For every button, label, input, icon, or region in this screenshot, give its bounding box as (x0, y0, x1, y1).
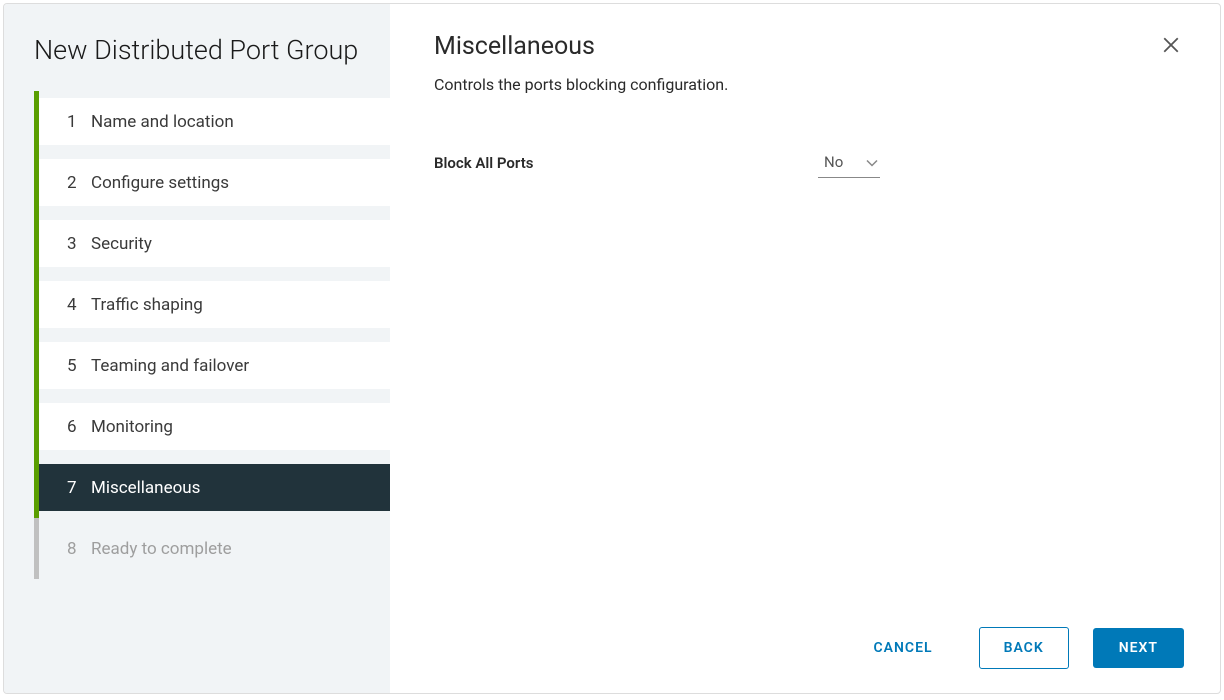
wizard-title: New Distributed Port Group (4, 34, 390, 98)
step-traffic-shaping[interactable]: 4 Traffic shaping (4, 281, 390, 328)
step-configure-settings[interactable]: 2 Configure settings (4, 159, 390, 206)
next-button[interactable]: NEXT (1093, 628, 1184, 668)
wizard-dialog: New Distributed Port Group 1 Name and lo… (3, 3, 1221, 694)
step-monitoring[interactable]: 6 Monitoring (4, 403, 390, 450)
step-number: 4 (67, 295, 91, 315)
step-label: Name and location (91, 112, 234, 132)
step-label: Configure settings (91, 173, 229, 193)
step-label: Ready to complete (91, 539, 232, 559)
close-icon[interactable] (1158, 32, 1184, 62)
step-name-and-location[interactable]: 1 Name and location (4, 98, 390, 145)
page-title: Miscellaneous (434, 32, 728, 61)
step-number: 3 (67, 234, 91, 254)
wizard-sidebar: New Distributed Port Group 1 Name and lo… (4, 4, 390, 693)
step-number: 8 (67, 539, 91, 559)
page-description: Controls the ports blocking configuratio… (434, 75, 728, 94)
step-number: 7 (67, 478, 91, 498)
wizard-steps: 1 Name and location 2 Configure settings… (4, 98, 390, 572)
step-security[interactable]: 3 Security (4, 220, 390, 267)
step-ready-to-complete: 8 Ready to complete (4, 525, 390, 572)
step-label: Teaming and failover (91, 356, 249, 376)
step-number: 2 (67, 173, 91, 193)
chevron-down-icon (866, 152, 878, 171)
back-button[interactable]: BACK (979, 627, 1069, 669)
step-label: Traffic shaping (91, 295, 203, 315)
step-label: Security (91, 234, 152, 254)
step-teaming-and-failover[interactable]: 5 Teaming and failover (4, 342, 390, 389)
step-miscellaneous[interactable]: 7 Miscellaneous (4, 464, 390, 511)
block-all-ports-select[interactable]: No (818, 148, 880, 178)
step-number: 1 (67, 112, 91, 132)
content-header: Miscellaneous Controls the ports blockin… (434, 32, 1184, 148)
cancel-button[interactable]: CANCEL (852, 628, 955, 668)
wizard-content: Miscellaneous Controls the ports blockin… (390, 4, 1220, 693)
step-label: Miscellaneous (91, 478, 200, 498)
step-number: 5 (67, 356, 91, 376)
step-label: Monitoring (91, 417, 173, 437)
wizard-footer: CANCEL BACK NEXT (434, 627, 1184, 669)
select-value: No (824, 153, 843, 171)
block-all-ports-label: Block All Ports (434, 154, 818, 172)
step-number: 6 (67, 417, 91, 437)
block-all-ports-row: Block All Ports No (434, 148, 1184, 178)
